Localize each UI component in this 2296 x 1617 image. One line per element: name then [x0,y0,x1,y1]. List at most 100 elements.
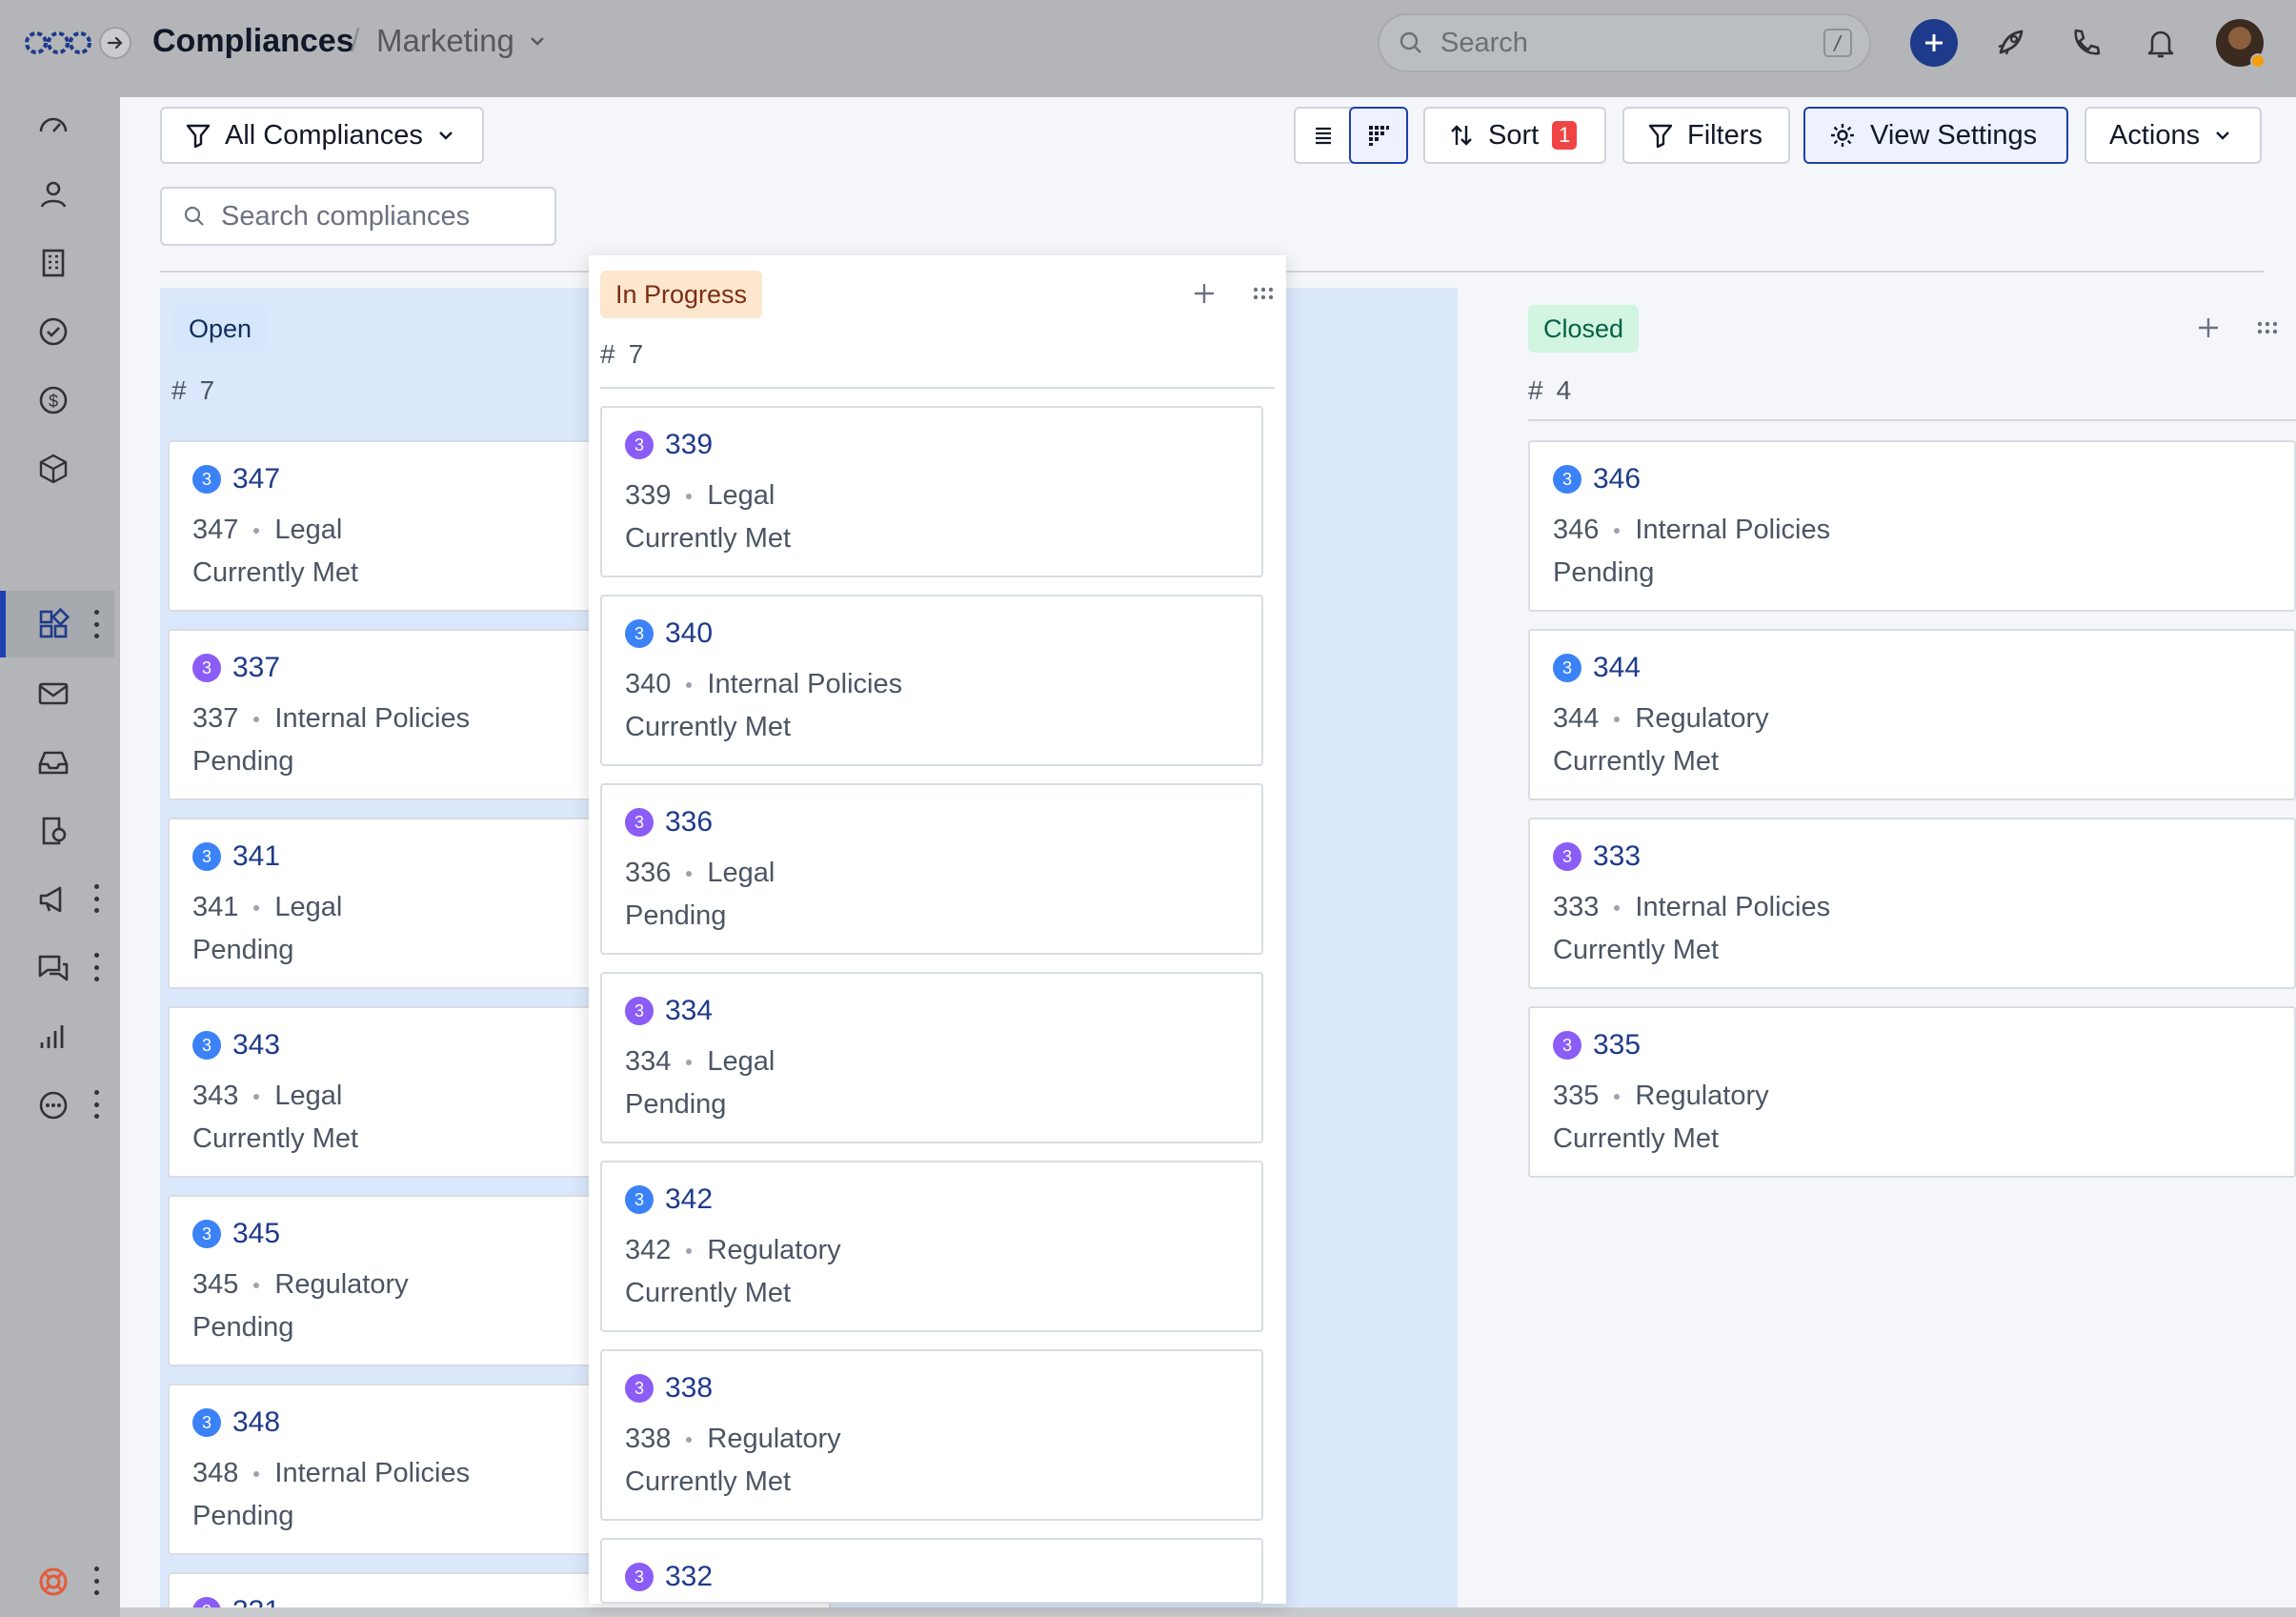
notifications-button[interactable] [2141,23,2181,63]
card-title-link[interactable]: 336 [665,806,713,839]
nav-reports[interactable] [30,1014,76,1060]
nav-help[interactable] [30,1559,76,1605]
nav-deals[interactable]: $ [30,377,76,423]
card-title-link[interactable]: 338 [665,1372,713,1405]
app-logo[interactable] [25,29,91,57]
compliance-card[interactable]: 3 342 342 Regulatory Currently Met [600,1161,1263,1332]
actions-dropdown[interactable]: Actions [2085,107,2262,164]
compliance-card[interactable]: 3 334 334 Legal Pending [600,972,1263,1143]
card-title-link[interactable]: 332 [665,1561,713,1593]
nav-more[interactable] [30,1082,76,1128]
chevron-down-icon [531,37,544,46]
card-status: Currently Met [1553,1123,1720,1154]
filters-button[interactable]: Filters [1622,107,1790,164]
horizontal-scrollbar[interactable] [120,1607,2296,1617]
card-title-link[interactable]: 345 [232,1218,280,1250]
nav-chat[interactable] [30,945,76,991]
card-header: 3 334 [625,995,1261,1027]
bullet-separator [686,1436,693,1443]
compliance-card[interactable]: 3 339 339 Legal Currently Met [600,406,1263,577]
bullet-separator [686,493,693,499]
list-view-button[interactable] [1296,109,1351,162]
kanban-view-button[interactable] [1349,107,1408,164]
card-category: Legal [707,480,775,511]
nav-inbox[interactable] [30,739,76,785]
global-search-input[interactable]: Search / [1378,13,1871,72]
nav-campaigns[interactable] [30,877,76,922]
documents-icon [42,817,67,845]
card-title-link[interactable]: 346 [1593,463,1641,495]
nav-mail[interactable] [30,671,76,717]
card-title-link[interactable]: 333 [1593,840,1641,873]
card-category: Legal [274,1081,343,1111]
card-header: 3 344 [1553,652,2294,684]
card-ref: 335 [1553,1081,1600,1111]
card-title-link[interactable]: 347 [232,463,280,495]
rocket-button[interactable] [1990,23,2030,63]
card-ref: 341 [192,892,239,922]
card-title-link[interactable]: 341 [232,840,280,873]
create-new-button[interactable] [1910,19,1958,67]
view-settings-button[interactable]: View Settings [1803,107,2068,164]
card-title-link[interactable]: 337 [232,652,280,684]
card-ref: 347 [192,515,239,545]
card-title-link[interactable]: 343 [232,1029,280,1061]
nav-apps-menu[interactable] [91,610,101,638]
compliance-search-input[interactable]: Search compliances [160,187,556,246]
card-title-link[interactable]: 339 [665,429,713,461]
add-card-icon[interactable] [1191,280,1218,307]
bullet-separator [686,1059,693,1065]
nav-documents[interactable] [30,808,76,854]
add-card-icon[interactable] [2195,314,2222,341]
card-header: 3 333 [1553,840,2294,873]
user-avatar[interactable] [2216,19,2266,69]
column-tools [2195,314,2281,341]
bullet-separator [253,527,260,534]
chat-icon [38,955,69,981]
sort-button[interactable]: Sort 1 [1423,107,1606,164]
expand-sidebar-button[interactable] [99,27,131,59]
column-in-progress-dragging[interactable]: In Progress # 7 3 339 339 Legal Currently Me… [589,255,1286,1604]
compliance-card[interactable]: 3 336 336 Legal Pending [600,783,1263,955]
compliance-card[interactable]: 3 344 344 Regulatory Currently Met [1528,629,2296,800]
card-title-link[interactable]: 344 [1593,652,1641,684]
nav-contacts[interactable] [30,172,76,217]
card-category: Internal Policies [274,703,471,734]
card-status: Pending [625,900,727,931]
card-title-link[interactable]: 340 [665,617,713,650]
card-category: Legal [707,858,775,888]
view-filter-dropdown[interactable]: All Compliances [160,107,484,164]
phone-button[interactable] [2065,23,2105,63]
sort-label: Sort [1488,119,1540,151]
compliance-card[interactable]: 3 335 335 Regulatory Currently Met [1528,1006,2296,1178]
compliance-card[interactable]: 3 346 346 Internal Policies Pending [1528,440,2296,612]
nav-products[interactable] [30,446,76,492]
compliance-card[interactable]: 3 338 338 Regulatory Currently Met [600,1349,1263,1521]
compliance-card[interactable]: 3 332 [600,1538,1263,1604]
nav-tasks[interactable] [30,309,76,354]
nav-dashboard[interactable] [30,103,76,149]
nav-more-menu[interactable] [91,1090,101,1119]
nav-accounts[interactable] [30,240,76,286]
bullet-separator [253,1470,260,1477]
card-title-link[interactable]: 342 [665,1183,713,1216]
card-title-link[interactable]: 348 [232,1406,280,1439]
rail-active-indicator [0,591,6,657]
card-ref: 334 [625,1046,672,1077]
more-icon [39,1091,68,1120]
drag-handle-icon[interactable] [2254,314,2281,341]
nav-help-menu[interactable] [91,1566,101,1595]
nav-campaigns-menu[interactable] [91,884,101,913]
card-status: Pending [1553,557,1655,588]
card-title-link[interactable]: 335 [1593,1029,1641,1061]
products-icon [39,454,68,484]
workspace-selector[interactable]: Marketing [376,23,547,59]
nav-apps[interactable] [30,601,76,647]
nav-chat-menu[interactable] [91,953,101,981]
count-hash: # [1528,375,1543,405]
card-title-link[interactable]: 334 [665,995,713,1027]
compliance-card[interactable]: 3 333 333 Internal Policies Currently Met [1528,818,2296,989]
drag-handle-icon[interactable] [1250,280,1277,307]
compliance-card[interactable]: 3 340 340 Internal Policies Currently Met [600,595,1263,766]
card-ref: 343 [192,1081,239,1111]
